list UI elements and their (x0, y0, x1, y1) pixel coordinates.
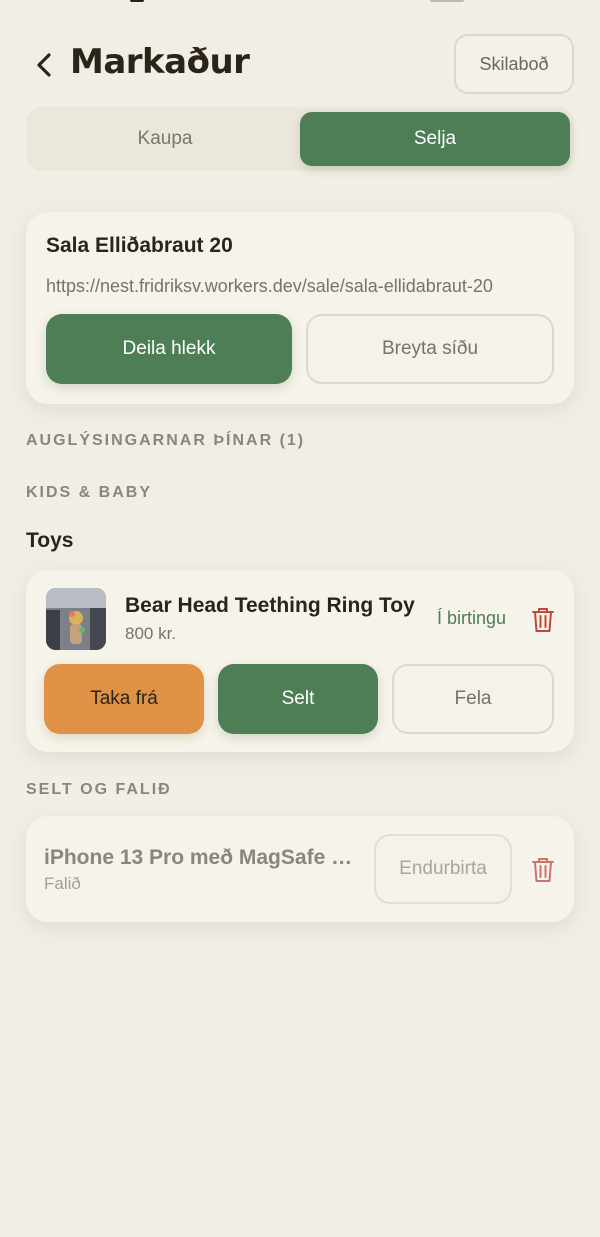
status-bar-indicator (130, 0, 144, 2)
tab-buy[interactable]: Kaupa (30, 112, 300, 166)
share-link-button[interactable]: Deila hlekk (46, 314, 292, 384)
hidden-item-card: iPhone 13 Pro með MagSafe hulstri Falið … (26, 816, 574, 922)
category-label: KIDS & BABY (26, 484, 153, 501)
ad-title[interactable]: Bear Head Teething Ring Toy (125, 594, 415, 618)
ad-status-badge: Í birtingu (437, 608, 507, 628)
sale-url: https://nest.fridriksv.workers.dev/sale/… (46, 276, 493, 296)
trash-icon (532, 608, 554, 632)
ad-card: Bear Head Teething Ring Toy 800 kr. Í bi… (26, 570, 574, 752)
status-bar-indicator (430, 0, 464, 2)
hide-button[interactable]: Fela (392, 664, 554, 734)
messages-button[interactable]: Skilaboð (454, 34, 574, 94)
reserve-button[interactable]: Taka frá (44, 664, 204, 734)
sale-title: Sala Elliðabraut 20 (46, 234, 233, 257)
tab-sell[interactable]: Selja (300, 112, 570, 166)
sale-card: Sala Elliðabraut 20 https://nest.fridrik… (26, 212, 574, 404)
delete-hidden-item-button[interactable] (530, 856, 556, 884)
header: Markaður Skilaboð (26, 34, 574, 94)
ad-price: 800 kr. (125, 624, 177, 643)
buy-sell-toggle: Kaupa Selja (26, 107, 574, 171)
trash-icon (532, 858, 554, 882)
back-button[interactable] (32, 50, 56, 80)
page-title: Markaður (70, 42, 250, 82)
hidden-item-title[interactable]: iPhone 13 Pro með MagSafe hulstri (44, 846, 354, 870)
delete-ad-button[interactable] (530, 606, 556, 634)
mark-sold-button[interactable]: Selt (218, 664, 378, 734)
sold-hidden-section-label: SELT OG FALIÐ (26, 781, 172, 798)
subcategory-heading: Toys (26, 529, 74, 552)
status-bar (0, 0, 600, 6)
product-photo (46, 588, 106, 650)
edit-page-button[interactable]: Breyta síðu (306, 314, 554, 384)
republish-button[interactable]: Endurbirta (374, 834, 512, 904)
chevron-left-icon (37, 53, 51, 77)
ad-thumbnail[interactable] (46, 588, 106, 650)
hidden-item-status: Falið (44, 874, 81, 893)
my-ads-section-label: AUGLÝSINGARNAR ÞÍNAR (1) (26, 432, 306, 449)
